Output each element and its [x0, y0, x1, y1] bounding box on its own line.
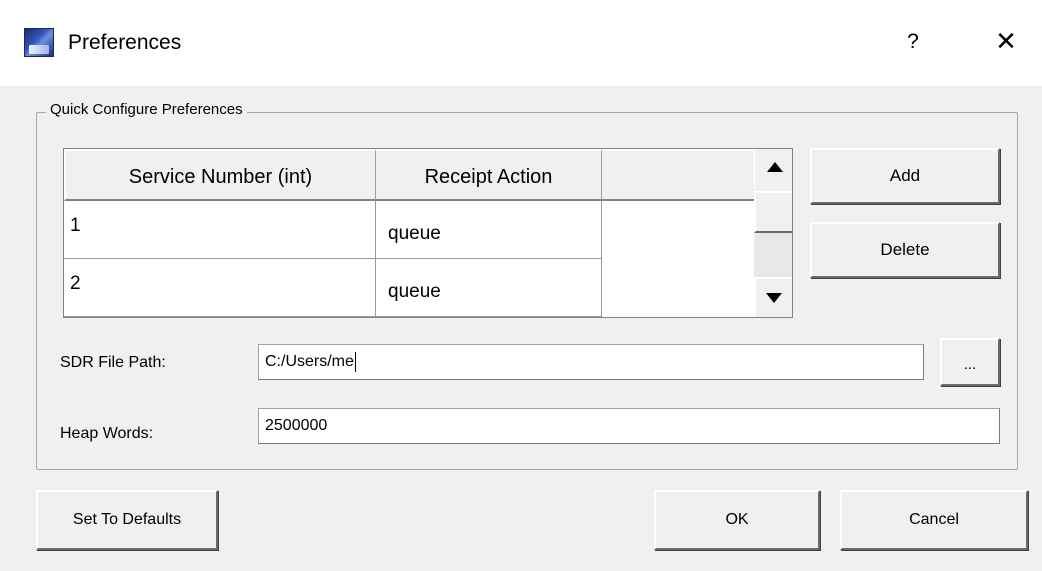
text-caret: [354, 351, 356, 372]
sdr-file-path-value: C:/Users/me: [265, 353, 354, 370]
sdr-file-path-label: SDR File Path:: [60, 354, 166, 371]
window-title: Preferences: [68, 31, 182, 54]
table-vertical-scrollbar[interactable]: [754, 149, 792, 317]
browse-button[interactable]: ...: [940, 338, 1000, 386]
table-cell-receipt-action[interactable]: queue: [376, 259, 602, 317]
column-header-service-number[interactable]: Service Number (int): [64, 149, 376, 201]
close-icon[interactable]: ✕: [986, 24, 1026, 58]
satellite-app-icon: [24, 28, 54, 57]
column-header-empty: [602, 149, 754, 201]
group-title: Quick Configure Preferences: [46, 100, 247, 120]
cancel-button[interactable]: Cancel: [840, 490, 1028, 550]
scrollbar-track[interactable]: [754, 233, 792, 277]
scrollbar-thumb[interactable]: [754, 191, 792, 233]
column-header-receipt-action[interactable]: Receipt Action: [376, 149, 602, 201]
table-cell-service-number[interactable]: 1: [64, 201, 376, 259]
scroll-up-arrow-icon[interactable]: [754, 149, 792, 189]
sdr-file-path-input[interactable]: C:/Users/me: [258, 344, 924, 380]
title-bar: Preferences ? ✕: [0, 0, 1042, 86]
add-button[interactable]: Add: [810, 148, 1000, 204]
heap-words-label: Heap Words:: [60, 425, 154, 442]
ok-button[interactable]: OK: [654, 490, 820, 550]
service-table: Service Number (int) Receipt Action 1 qu…: [63, 148, 793, 318]
help-button[interactable]: ?: [896, 26, 930, 58]
table-cell-service-number[interactable]: 2: [64, 259, 376, 317]
set-to-defaults-button[interactable]: Set To Defaults: [36, 490, 218, 550]
delete-button[interactable]: Delete: [810, 222, 1000, 278]
table-cell-receipt-action[interactable]: queue: [376, 201, 602, 259]
heap-words-input[interactable]: 2500000: [258, 408, 1000, 444]
scroll-down-arrow-icon[interactable]: [754, 277, 792, 317]
table-empty-area: [602, 201, 754, 317]
